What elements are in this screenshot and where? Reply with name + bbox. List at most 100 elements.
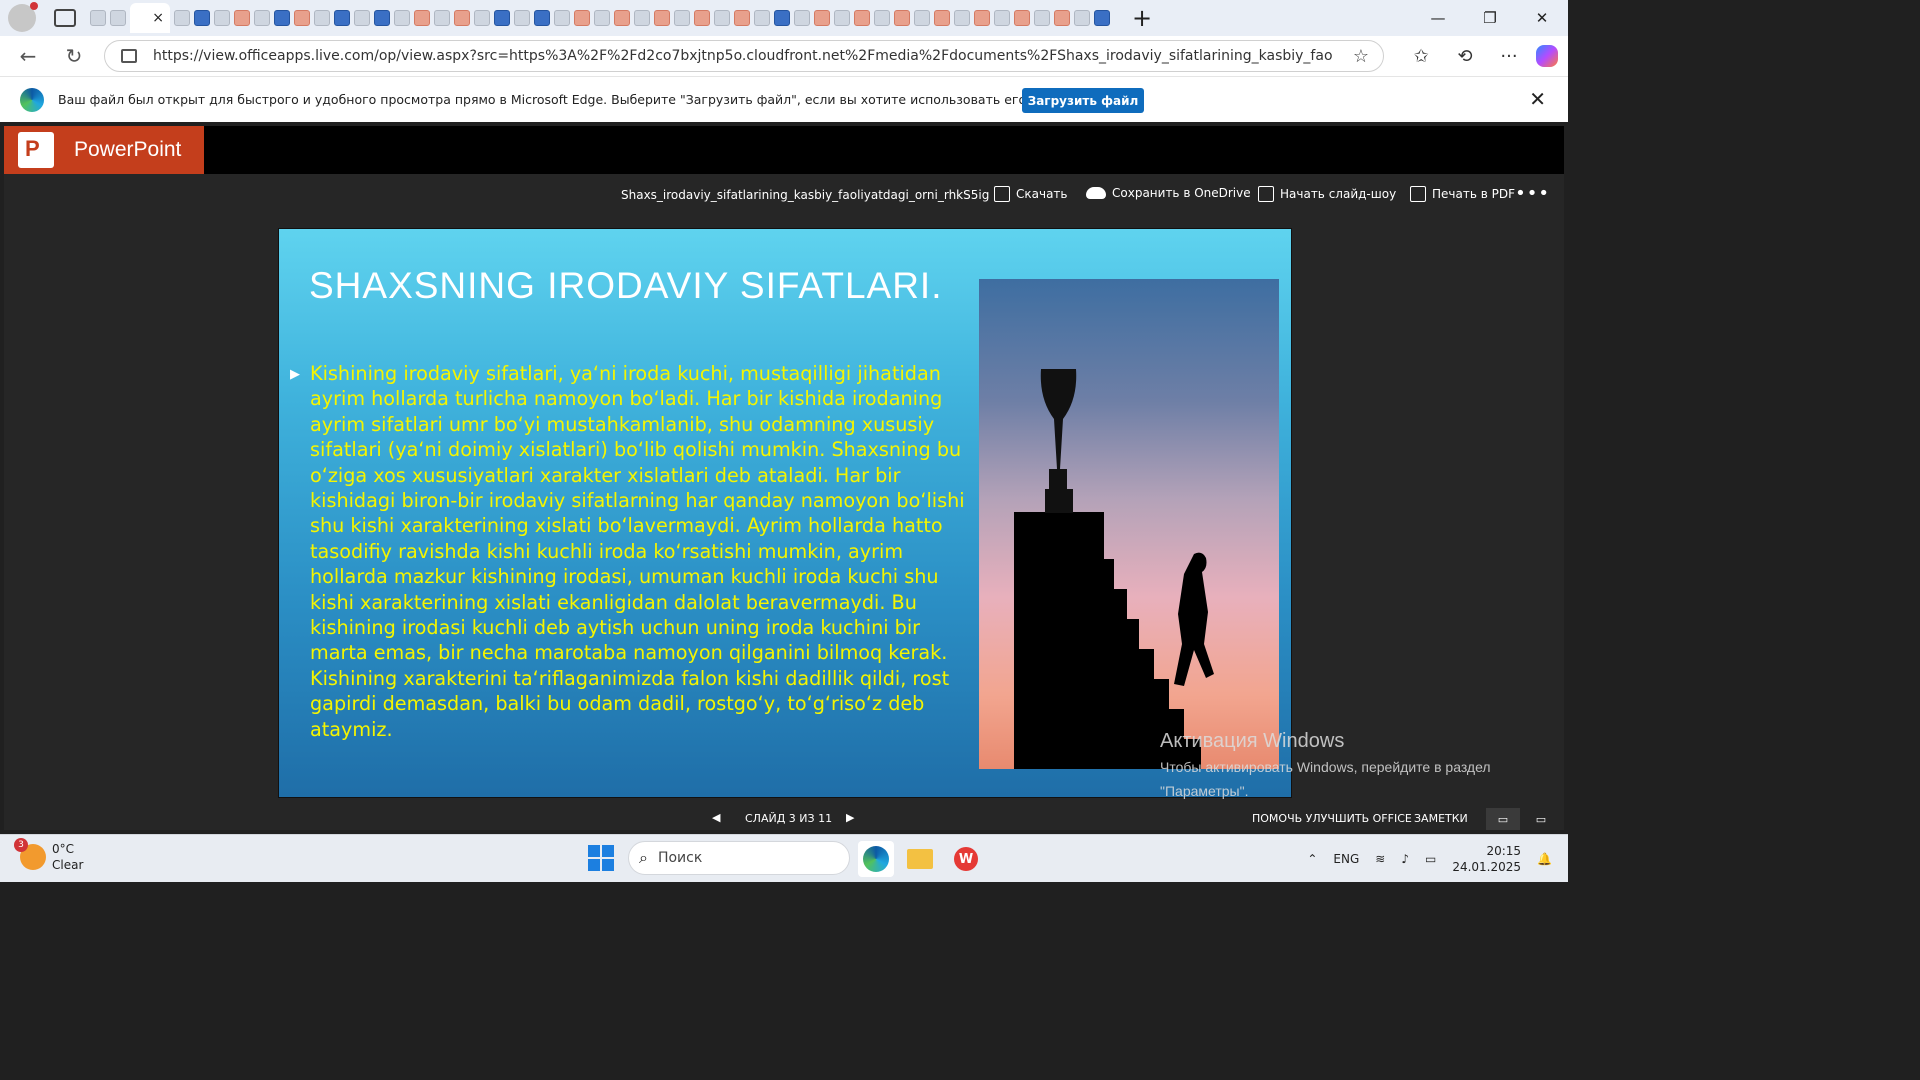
favorite-star-icon[interactable]: ☆ — [1353, 46, 1369, 67]
browser-tab[interactable] — [494, 10, 510, 26]
tab-actions-icon[interactable] — [54, 9, 76, 27]
browser-tab[interactable] — [274, 10, 290, 26]
wifi-icon[interactable]: ≋ — [1375, 852, 1385, 866]
browser-tab[interactable] — [194, 10, 210, 26]
browser-tab[interactable] — [654, 10, 670, 26]
browser-tab[interactable] — [214, 10, 230, 26]
browser-tab[interactable] — [374, 10, 390, 26]
lock-icon[interactable] — [121, 49, 137, 63]
browser-tab[interactable] — [554, 10, 570, 26]
download-button[interactable]: Скачать — [994, 186, 1068, 202]
browser-tab[interactable] — [694, 10, 710, 26]
url-text[interactable]: https://view.officeapps.live.com/op/view… — [153, 48, 1333, 64]
browser-tab[interactable] — [954, 10, 970, 26]
windows-taskbar: 3 0°C Clear ⌕ Поиск W ⌃ ENG ≋ ♪ ▭ 20:15 … — [0, 834, 1568, 882]
browser-tab[interactable] — [634, 10, 650, 26]
browser-tab[interactable] — [974, 10, 990, 26]
start-windows-icon[interactable] — [588, 845, 614, 871]
browser-tab[interactable] — [1054, 10, 1070, 26]
restore-button[interactable]: ❐ — [1464, 0, 1516, 36]
browser-tab[interactable] — [1074, 10, 1090, 26]
download-file-button[interactable]: Загрузить файл — [1022, 88, 1144, 113]
browser-tab[interactable] — [234, 10, 250, 26]
browser-tab[interactable] — [814, 10, 830, 26]
file-explorer-icon[interactable] — [902, 841, 938, 877]
browser-tab[interactable] — [514, 10, 530, 26]
volume-icon[interactable]: ♪ — [1401, 852, 1409, 866]
browser-tab[interactable] — [110, 10, 126, 26]
browser-tab[interactable] — [914, 10, 930, 26]
download-icon — [994, 186, 1010, 202]
powerpoint-brand[interactable]: PowerPoint — [4, 126, 204, 174]
browser-tab[interactable] — [894, 10, 910, 26]
language-indicator[interactable]: ENG — [1333, 852, 1359, 866]
browser-tab[interactable] — [754, 10, 770, 26]
help-improve-office-link[interactable]: ПОМОЧЬ УЛУЧШИТЬ OFFICE — [1252, 812, 1412, 825]
weather-icon: 3 — [14, 838, 46, 870]
browser-tab[interactable] — [254, 10, 270, 26]
browser-tab[interactable] — [334, 10, 350, 26]
edge-logo-icon — [20, 87, 44, 112]
favorites-icon[interactable]: ✩ — [1404, 40, 1438, 72]
browser-tab[interactable] — [874, 10, 890, 26]
clock[interactable]: 20:15 24.01.2025 — [1452, 843, 1521, 875]
browser-tab[interactable] — [774, 10, 790, 26]
save-onedrive-button[interactable]: Сохранить в OneDrive — [1086, 186, 1251, 200]
profile-avatar[interactable] — [8, 2, 38, 32]
browser-tab-active[interactable]: × — [130, 3, 170, 33]
browser-tab[interactable] — [574, 10, 590, 26]
settings-more-icon[interactable]: ··· — [1492, 40, 1526, 72]
slideshow-view-icon[interactable]: ▭ — [1524, 808, 1558, 830]
minimize-button[interactable]: — — [1412, 0, 1464, 36]
close-window-button[interactable]: ✕ — [1516, 0, 1568, 36]
browser-tab[interactable] — [994, 10, 1010, 26]
new-tab-button[interactable]: + — [1132, 4, 1152, 32]
browser-tab[interactable] — [594, 10, 610, 26]
browser-tab[interactable] — [614, 10, 630, 26]
more-options-icon[interactable]: ••• — [1515, 183, 1550, 204]
weather-widget[interactable]: 3 0°C Clear — [14, 838, 83, 873]
browser-tab[interactable] — [534, 10, 550, 26]
battery-icon[interactable]: ▭ — [1425, 852, 1436, 866]
browser-tab[interactable] — [1094, 10, 1110, 26]
previous-slide-button[interactable]: ◀ — [712, 811, 720, 824]
taskbar-search[interactable]: ⌕ Поиск — [628, 841, 850, 875]
browser-tab[interactable] — [834, 10, 850, 26]
browser-tab[interactable] — [674, 10, 690, 26]
browser-tab[interactable] — [414, 10, 430, 26]
browser-tab[interactable] — [394, 10, 410, 26]
notification-bell-icon[interactable]: 🔔 — [1537, 852, 1552, 866]
browser-tab[interactable] — [434, 10, 450, 26]
start-slideshow-button[interactable]: Начать слайд-шоу — [1258, 186, 1396, 202]
reading-view-icon[interactable]: ▭ — [1486, 808, 1520, 830]
history-icon[interactable]: ⟲ — [1448, 40, 1482, 72]
notes-button[interactable]: ЗАМЕТКИ — [1414, 812, 1468, 825]
address-bar[interactable]: https://view.officeapps.live.com/op/view… — [104, 40, 1384, 72]
refresh-icon[interactable]: ↻ — [56, 40, 92, 72]
browser-tab[interactable] — [1034, 10, 1050, 26]
copilot-icon[interactable] — [1536, 45, 1558, 67]
wps-office-icon[interactable]: W — [948, 841, 984, 877]
powerpoint-logo-icon — [18, 132, 54, 168]
browser-tab[interactable] — [90, 10, 106, 26]
browser-tab[interactable] — [454, 10, 470, 26]
browser-tab[interactable] — [714, 10, 730, 26]
browser-tab[interactable] — [854, 10, 870, 26]
browser-tab[interactable] — [474, 10, 490, 26]
edge-taskbar-icon[interactable] — [858, 841, 894, 877]
browser-tab[interactable] — [314, 10, 330, 26]
browser-tab[interactable] — [794, 10, 810, 26]
status-bar: ◀ СЛАЙД 3 ИЗ 11 ▶ ПОМОЧЬ УЛУЧШИТЬ OFFICE… — [4, 808, 1564, 830]
browser-tab[interactable] — [354, 10, 370, 26]
browser-tab[interactable] — [174, 10, 190, 26]
tab-close-icon[interactable]: × — [152, 10, 164, 26]
browser-tab[interactable] — [934, 10, 950, 26]
next-slide-button[interactable]: ▶ — [846, 811, 854, 824]
back-arrow-icon[interactable]: ← — [10, 40, 46, 72]
close-icon[interactable]: ✕ — [1529, 87, 1546, 111]
browser-tab[interactable] — [294, 10, 310, 26]
chevron-up-icon[interactable]: ⌃ — [1307, 852, 1317, 866]
browser-tab[interactable] — [734, 10, 750, 26]
print-pdf-button[interactable]: Печать в PDF — [1410, 186, 1515, 202]
browser-tab[interactable] — [1014, 10, 1030, 26]
